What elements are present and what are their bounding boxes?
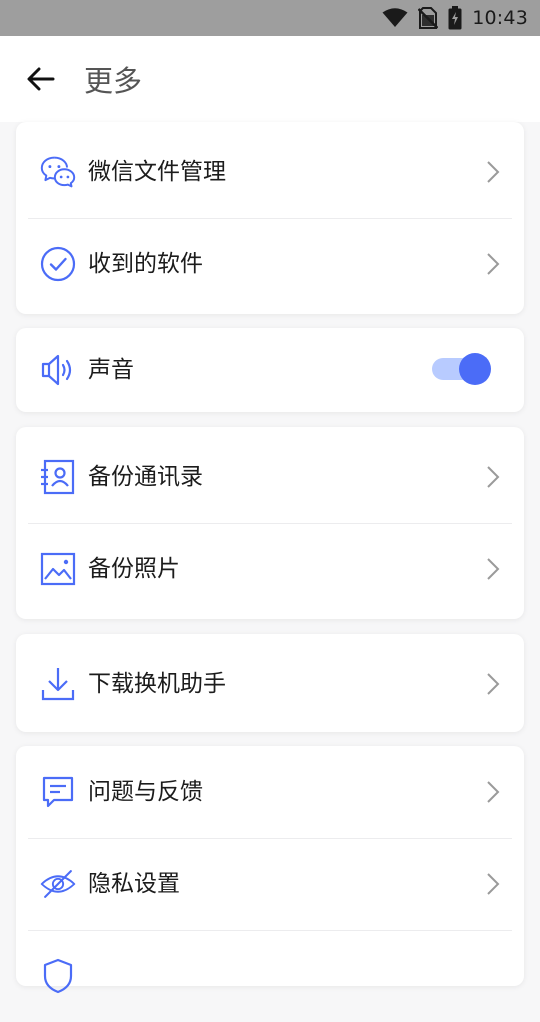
row-label: 隐私设置 <box>88 871 180 897</box>
card-sound: 声音 <box>16 328 524 412</box>
row-label: 备份照片 <box>88 556 180 582</box>
back-button[interactable] <box>24 62 58 96</box>
row-label: 下载换机助手 <box>88 671 226 697</box>
contacts-icon <box>40 459 76 495</box>
arrow-left-icon <box>27 67 55 91</box>
app-header: 更多 <box>0 36 540 122</box>
card-support: 问题与反馈 隐私设置 <box>16 746 524 994</box>
card-download: 下载换机助手 <box>16 634 524 732</box>
status-time: 10:43 <box>472 7 528 29</box>
status-bar: 10:43 <box>0 0 540 36</box>
speaker-icon <box>40 352 76 388</box>
row-received-apps[interactable]: 收到的软件 <box>16 218 524 310</box>
row-privacy-settings[interactable]: 隐私设置 <box>16 838 524 930</box>
chevron-right-icon <box>487 873 500 895</box>
chevron-right-icon <box>487 253 500 275</box>
check-circle-icon <box>40 246 76 282</box>
row-label: 收到的软件 <box>88 251 203 277</box>
row-label: 微信文件管理 <box>88 159 226 185</box>
download-icon <box>40 666 76 702</box>
row-partial[interactable] <box>16 930 524 1022</box>
row-backup-contacts[interactable]: 备份通讯录 <box>16 431 524 523</box>
row-label: 问题与反馈 <box>88 779 203 805</box>
photo-icon <box>40 551 76 587</box>
row-wechat-files[interactable]: 微信文件管理 <box>16 126 524 218</box>
feedback-icon <box>40 774 76 810</box>
card-files: 微信文件管理 收到的软件 <box>16 122 524 314</box>
status-icons: 10:43 <box>382 0 528 36</box>
row-label: 备份通讯录 <box>88 464 203 490</box>
no-sim-icon <box>418 7 439 29</box>
chevron-right-icon <box>487 673 500 695</box>
row-download-helper[interactable]: 下载换机助手 <box>16 638 524 730</box>
row-sound: 声音 <box>16 324 524 416</box>
row-feedback[interactable]: 问题与反馈 <box>16 746 524 838</box>
chevron-right-icon <box>487 781 500 803</box>
page-title: 更多 <box>84 64 143 98</box>
card-backup: 备份通讯录 备份照片 <box>16 427 524 619</box>
row-backup-photos[interactable]: 备份照片 <box>16 523 524 615</box>
chevron-right-icon <box>487 161 500 183</box>
shield-icon <box>40 958 76 994</box>
sound-toggle[interactable] <box>430 352 491 386</box>
battery-charging-icon <box>448 6 462 30</box>
chevron-right-icon <box>487 558 500 580</box>
chevron-right-icon <box>487 466 500 488</box>
wechat-icon <box>40 154 76 190</box>
toggle-knob <box>459 353 491 385</box>
wifi-icon <box>382 8 408 28</box>
eye-off-icon <box>40 866 76 902</box>
row-label: 声音 <box>88 357 134 383</box>
